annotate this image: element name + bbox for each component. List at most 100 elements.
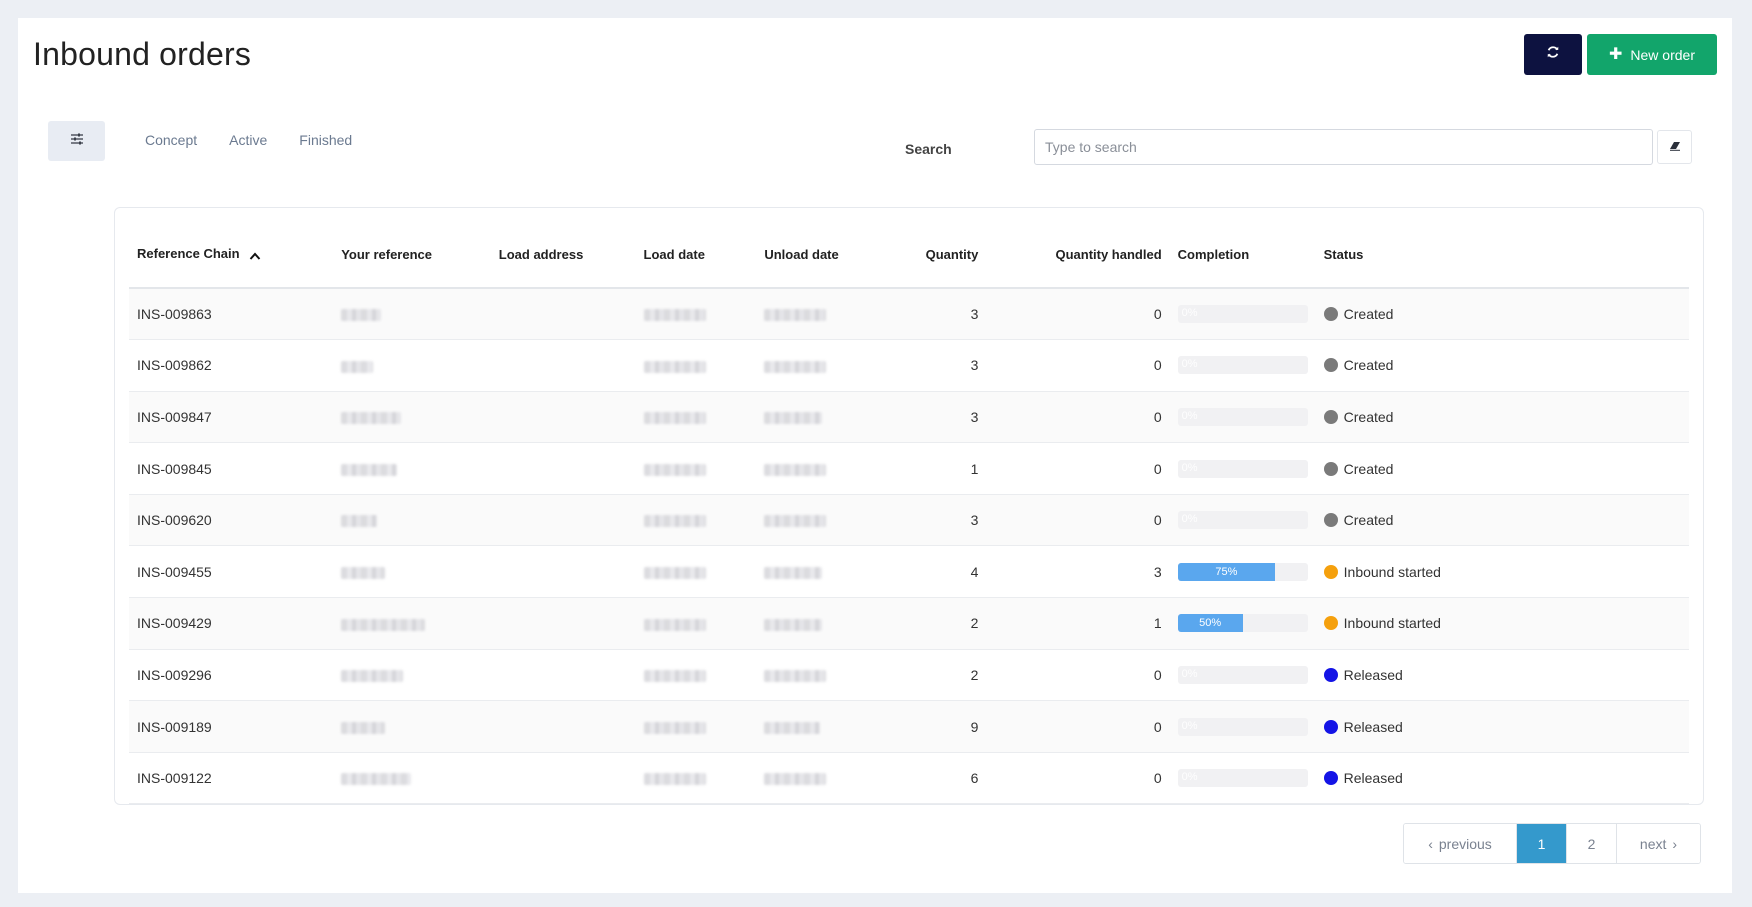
tab-concept[interactable]: Concept: [145, 132, 197, 148]
completion-progress-bar: 0%: [1177, 356, 1308, 375]
your-reference-cell: [333, 597, 491, 650]
status-cell: Released: [1315, 700, 1689, 753]
table-row[interactable]: INS-009862 3 0 0% Created: [129, 339, 1689, 392]
reference-chain-cell: INS-009863: [129, 288, 334, 341]
completion-cell: 75%: [1169, 545, 1316, 599]
quantity-handled-cell: 0: [986, 700, 1170, 753]
table-row[interactable]: INS-009863 3 0 0% Created: [129, 288, 1689, 341]
table-row[interactable]: INS-009122 6 0 0% Released: [129, 752, 1689, 805]
status-dot-icon: [1323, 719, 1338, 734]
redacted-value: [643, 360, 706, 373]
search-input[interactable]: [1034, 129, 1653, 165]
unload-date-cell: [756, 649, 864, 702]
status-dot-icon: [1323, 771, 1338, 786]
redacted-value: [341, 567, 386, 580]
load-date-cell: [635, 288, 757, 341]
column-header-your-reference[interactable]: Your reference: [333, 222, 491, 289]
column-header-reference-chain[interactable]: Reference Chain: [129, 222, 334, 289]
unload-date-cell: [756, 700, 864, 753]
quantity-cell: 6: [863, 752, 987, 805]
filter-toggle-button[interactable]: [48, 121, 105, 161]
load-date-cell: [635, 597, 757, 650]
status-dot-icon: [1323, 307, 1338, 322]
redacted-value: [764, 360, 827, 373]
quantity-cell: 9: [863, 700, 987, 753]
column-header-completion[interactable]: Completion: [1169, 222, 1316, 289]
status-label: Released: [1343, 718, 1403, 735]
reference-chain-cell: INS-009429: [129, 597, 334, 650]
redacted-value: [643, 309, 706, 322]
progress-label: 0%: [1181, 461, 1198, 474]
previous-page-button[interactable]: ‹ previous: [1404, 824, 1516, 863]
column-header-load-address[interactable]: Load address: [490, 222, 636, 289]
column-header-quantity[interactable]: Quantity: [863, 222, 987, 289]
progress-fill: 75%: [1177, 562, 1276, 581]
status-cell: Released: [1315, 752, 1689, 805]
redacted-value: [764, 721, 821, 734]
quantity-cell: 2: [863, 597, 987, 650]
table-row[interactable]: INS-009845 1 0 0% Created: [129, 442, 1689, 495]
new-order-button[interactable]: ✚ New order: [1587, 34, 1717, 75]
quantity-handled-cell: 0: [986, 752, 1170, 805]
table-row[interactable]: INS-009429 2 1 50% Inbound started: [129, 597, 1689, 650]
table-header-row: Reference Chain Your reference Load addr…: [129, 222, 1689, 289]
quantity-cell: 3: [863, 288, 987, 341]
column-header-load-date[interactable]: Load date: [635, 222, 757, 289]
unload-date-cell: [756, 494, 864, 547]
plus-icon: ✚: [1609, 45, 1623, 63]
completion-cell: 0%: [1169, 442, 1316, 495]
status-label: Released: [1343, 666, 1403, 683]
your-reference-cell: [333, 339, 491, 392]
redacted-value: [341, 360, 374, 373]
table-row[interactable]: INS-009847 3 0 0% Created: [129, 391, 1689, 444]
status-cell: Created: [1315, 494, 1689, 547]
page-1-button[interactable]: 1: [1516, 824, 1566, 863]
status-label: Inbound started: [1343, 615, 1441, 632]
reference-chain-cell: INS-009847: [129, 391, 334, 444]
unload-date-cell: [756, 752, 864, 805]
tab-active[interactable]: Active: [229, 132, 267, 148]
quantity-handled-cell: 0: [986, 339, 1170, 392]
completion-progress-bar: 50%: [1177, 614, 1308, 633]
status-dot-icon: [1323, 409, 1338, 424]
redacted-value: [643, 721, 706, 734]
next-page-button[interactable]: next ›: [1616, 824, 1700, 863]
progress-label: 0%: [1181, 358, 1198, 371]
table-row[interactable]: INS-009620 3 0 0% Created: [129, 494, 1689, 547]
orders-table: Reference Chain Your reference Load addr…: [129, 222, 1689, 805]
quantity-handled-cell: 0: [986, 494, 1170, 547]
load-address-cell: [490, 700, 636, 753]
unload-date-cell: [756, 545, 864, 599]
column-header-unload-date[interactable]: Unload date: [756, 222, 864, 289]
search-label: Search: [905, 141, 952, 157]
reference-chain-cell: INS-009122: [129, 752, 334, 805]
table-row[interactable]: INS-009296 2 0 0% Released: [129, 649, 1689, 702]
status-dot-icon: [1323, 461, 1338, 476]
load-date-cell: [635, 494, 757, 547]
table-row[interactable]: INS-009455 4 3 75% Inbound started: [129, 545, 1689, 599]
column-header-quantity-handled[interactable]: Quantity handled: [986, 222, 1170, 289]
progress-label: 0%: [1181, 409, 1198, 422]
redacted-value: [764, 773, 827, 786]
sliders-icon: [70, 132, 84, 150]
page-2-button[interactable]: 2: [1566, 824, 1616, 863]
reference-chain-cell: INS-009845: [129, 442, 334, 495]
redacted-value: [341, 721, 386, 734]
quantity-handled-cell: 0: [986, 391, 1170, 444]
status-cell: Created: [1315, 288, 1689, 341]
clear-search-button[interactable]: [1657, 130, 1692, 164]
completion-cell: 0%: [1169, 339, 1316, 392]
status-dot-icon: [1323, 358, 1338, 373]
column-header-status[interactable]: Status: [1315, 222, 1689, 289]
status-cell: Inbound started: [1315, 597, 1689, 650]
tab-finished[interactable]: Finished: [299, 132, 352, 148]
load-date-cell: [635, 700, 757, 753]
orders-card: Reference Chain Your reference Load addr…: [114, 207, 1704, 805]
status-cell: Created: [1315, 391, 1689, 444]
status-dot-icon: [1323, 616, 1338, 631]
your-reference-cell: [333, 288, 491, 341]
refresh-button[interactable]: [1524, 34, 1582, 75]
table-row[interactable]: INS-009189 9 0 0% Released: [129, 700, 1689, 753]
completion-cell: 0%: [1169, 649, 1316, 702]
load-date-cell: [635, 752, 757, 805]
